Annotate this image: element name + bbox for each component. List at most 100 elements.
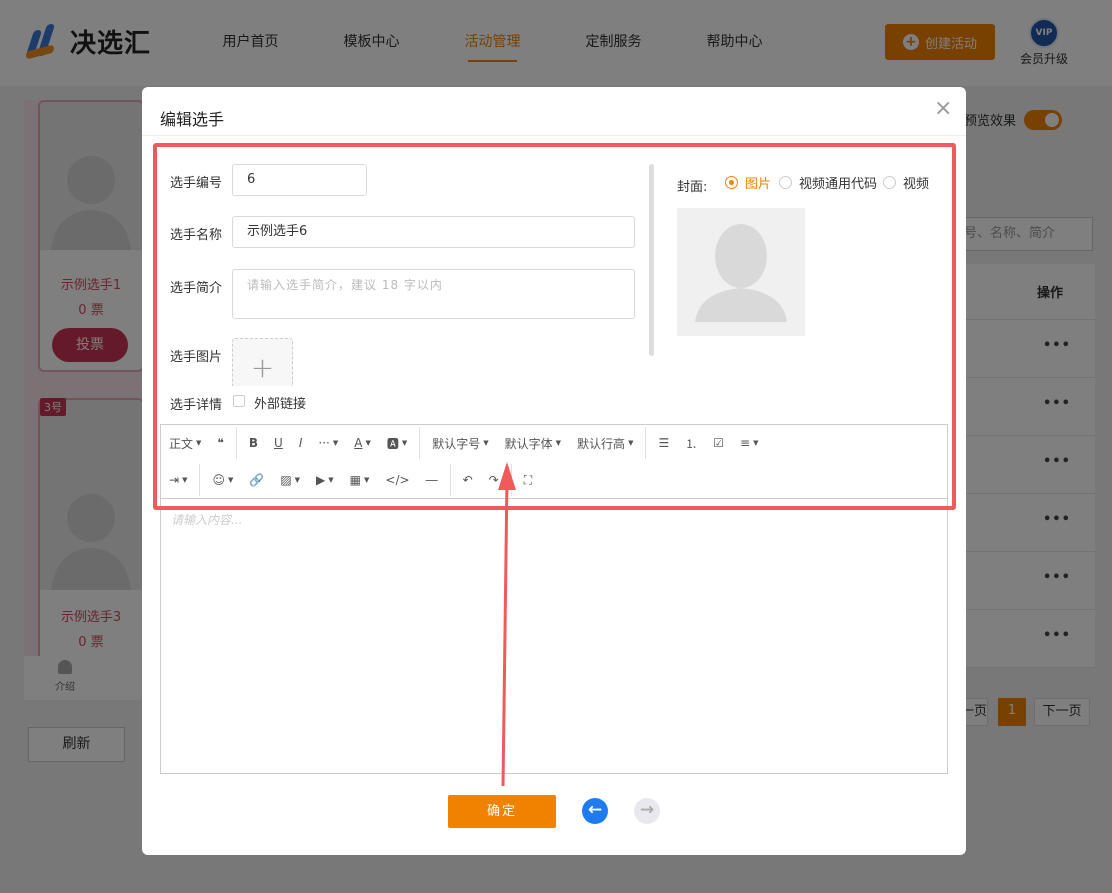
- todo-icon[interactable]: ☑: [705, 428, 732, 458]
- align-icon[interactable]: ≡ ▼: [732, 428, 766, 458]
- bullet-list-glyph: ☰: [658, 436, 670, 450]
- bold-icon[interactable]: B: [241, 428, 266, 458]
- line-height-icon[interactable]: 默认行高 ▼: [569, 428, 641, 458]
- name-label: 选手名称: [170, 228, 223, 243]
- quote-glyph: ❝: [217, 436, 224, 450]
- caret-down-icon: ▼: [364, 476, 370, 484]
- upload-image-button[interactable]: +: [232, 338, 293, 386]
- table-icon[interactable]: ▦ ▼: [342, 465, 378, 495]
- paragraph-icon[interactable]: 正文 ▼: [161, 428, 209, 458]
- indent-icon[interactable]: ⇥ ▼: [161, 465, 195, 495]
- caret-down-icon: ▼: [483, 439, 489, 447]
- redo-icon[interactable]: ↷: [481, 465, 507, 495]
- cover-image[interactable]: [677, 208, 805, 336]
- cover-radio-video[interactable]: [883, 176, 896, 189]
- forward-arrow-icon[interactable]: →: [634, 798, 660, 824]
- caret-down-icon: ▼: [328, 476, 334, 484]
- caret-down-icon: ▼: [555, 439, 562, 447]
- todo-glyph: ☑: [713, 436, 724, 450]
- emoji-icon[interactable]: ☺ ▼: [204, 465, 241, 495]
- font-family-icon[interactable]: 默认字体 ▼: [497, 428, 569, 458]
- edit-contestant-modal: 编辑选手 × 选手编号 6 选手名称 示例选手6 选手简介 请输入选手简介，建议…: [142, 87, 966, 855]
- italic-glyph: I: [298, 436, 303, 450]
- fullscreen-glyph: ⛶: [523, 472, 533, 487]
- background-color-icon[interactable]: 🅰 ▼: [379, 428, 415, 458]
- divider-glyph: ―: [425, 473, 438, 487]
- undo-glyph: ↶: [462, 473, 473, 487]
- indent-glyph: ⇥: [169, 473, 180, 487]
- editor-toolbar-row-1: 正文 ▼ ❝ B U I ··· ▼ A ▼ 🅰 ▼ 默认字号 ▼ 默认字体 ▼ 默认行高 ▼ ☰ ⒈ ☑ ≡ ▼: [161, 425, 766, 461]
- toolbar-separator: [510, 464, 512, 496]
- caret-down-icon: ▼: [628, 439, 634, 447]
- number-input[interactable]: 6: [232, 164, 367, 196]
- font-color-icon[interactable]: A ▼: [346, 428, 379, 458]
- code-icon[interactable]: </>: [377, 465, 417, 495]
- caret-down-icon: ▼: [365, 439, 371, 447]
- font-size-icon[interactable]: 默认字号 ▼: [424, 428, 496, 458]
- caret-down-icon: ▼: [196, 439, 202, 447]
- external-link-label[interactable]: 外部链接: [254, 393, 306, 412]
- caret-down-icon: ▼: [753, 439, 759, 447]
- paragraph-glyph: 正文: [169, 436, 194, 451]
- more-icon[interactable]: ··· ▼: [310, 428, 346, 458]
- name-input[interactable]: 示例选手6: [232, 216, 635, 248]
- back-arrow-icon[interactable]: ←: [582, 798, 608, 824]
- caret-down-icon: ▼: [294, 476, 301, 484]
- font-size-glyph: 默认字号: [432, 436, 481, 451]
- fullscreen-icon[interactable]: ⛶: [516, 465, 540, 495]
- video-glyph: ▶: [316, 473, 326, 487]
- rich-text-editor: 正文 ▼ ❝ B U I ··· ▼ A ▼ 🅰 ▼ 默认字号 ▼ 默认字体 ▼ 默认行高 ▼ ☰ ⒈ ☑ ≡ ▼ ⇥ ▼ ☺ ▼…: [160, 424, 948, 774]
- form-scrollbar[interactable]: [649, 164, 654, 356]
- external-link-checkbox[interactable]: [233, 395, 245, 407]
- quote-icon[interactable]: ❝: [209, 428, 231, 458]
- toolbar-separator: [419, 427, 421, 459]
- editor-content[interactable]: 请输入内容...: [171, 511, 242, 528]
- line-height-glyph: 默认行高: [577, 436, 626, 451]
- code-glyph: </>: [385, 473, 410, 487]
- more-glyph: ···: [318, 436, 330, 450]
- font-color-glyph: A: [354, 436, 363, 450]
- divider-icon[interactable]: ―: [418, 465, 446, 495]
- modal-title: 编辑选手: [160, 110, 225, 129]
- caret-down-icon: ▼: [332, 439, 339, 447]
- bold-glyph: B: [248, 436, 259, 450]
- image-label: 选手图片: [170, 350, 223, 365]
- video-icon[interactable]: ▶ ▼: [308, 465, 342, 495]
- toolbar-separator: [199, 464, 201, 496]
- redo-glyph: ↷: [488, 473, 499, 487]
- undo-icon[interactable]: ↶: [455, 465, 481, 495]
- toolbar-separator: [235, 427, 237, 459]
- align-glyph: ≡: [740, 436, 751, 450]
- cover-label: 封面:: [677, 180, 708, 195]
- background-color-glyph: 🅰: [386, 436, 399, 451]
- editor-toolbar-row-2: ⇥ ▼ ☺ ▼ 🔗 ▨ ▼ ▶ ▼ ▦ ▼ </> ― ↶ ↷ ⛶: [161, 462, 540, 498]
- link-icon[interactable]: 🔗: [241, 465, 272, 495]
- close-icon[interactable]: ×: [934, 98, 952, 120]
- intro-textarea[interactable]: 请输入选手简介，建议 18 字以内: [232, 269, 635, 319]
- underline-glyph: U: [274, 436, 283, 450]
- font-family-glyph: 默认字体: [504, 436, 553, 451]
- image-icon[interactable]: ▨ ▼: [272, 465, 308, 495]
- cover-option-image[interactable]: 图片: [745, 173, 771, 192]
- caret-down-icon: ▼: [182, 476, 188, 484]
- cover-radio-image[interactable]: [725, 176, 738, 189]
- confirm-button[interactable]: 确定: [448, 795, 556, 828]
- cover-option-video[interactable]: 视频: [903, 173, 929, 192]
- header-divider: [142, 135, 966, 136]
- image-glyph: ▨: [280, 473, 292, 487]
- italic-icon[interactable]: I: [291, 428, 311, 458]
- toolbar-separator: [449, 464, 451, 496]
- caret-down-icon: ▼: [227, 476, 234, 484]
- numbered-list-glyph: ⒈: [685, 436, 698, 451]
- numbered-list-icon[interactable]: ⒈: [677, 428, 705, 458]
- underline-icon[interactable]: U: [266, 428, 291, 458]
- emoji-glyph: ☺: [212, 473, 225, 487]
- toolbar-separator: [645, 427, 647, 459]
- cover-radio-video-code[interactable]: [779, 176, 792, 189]
- bullet-list-icon[interactable]: ☰: [650, 428, 677, 458]
- detail-label: 选手详情: [170, 398, 223, 413]
- cover-option-video-code[interactable]: 视频通用代码: [799, 173, 877, 192]
- intro-label: 选手简介: [170, 281, 223, 296]
- link-glyph: 🔗: [249, 473, 265, 487]
- number-label: 选手编号: [170, 176, 223, 191]
